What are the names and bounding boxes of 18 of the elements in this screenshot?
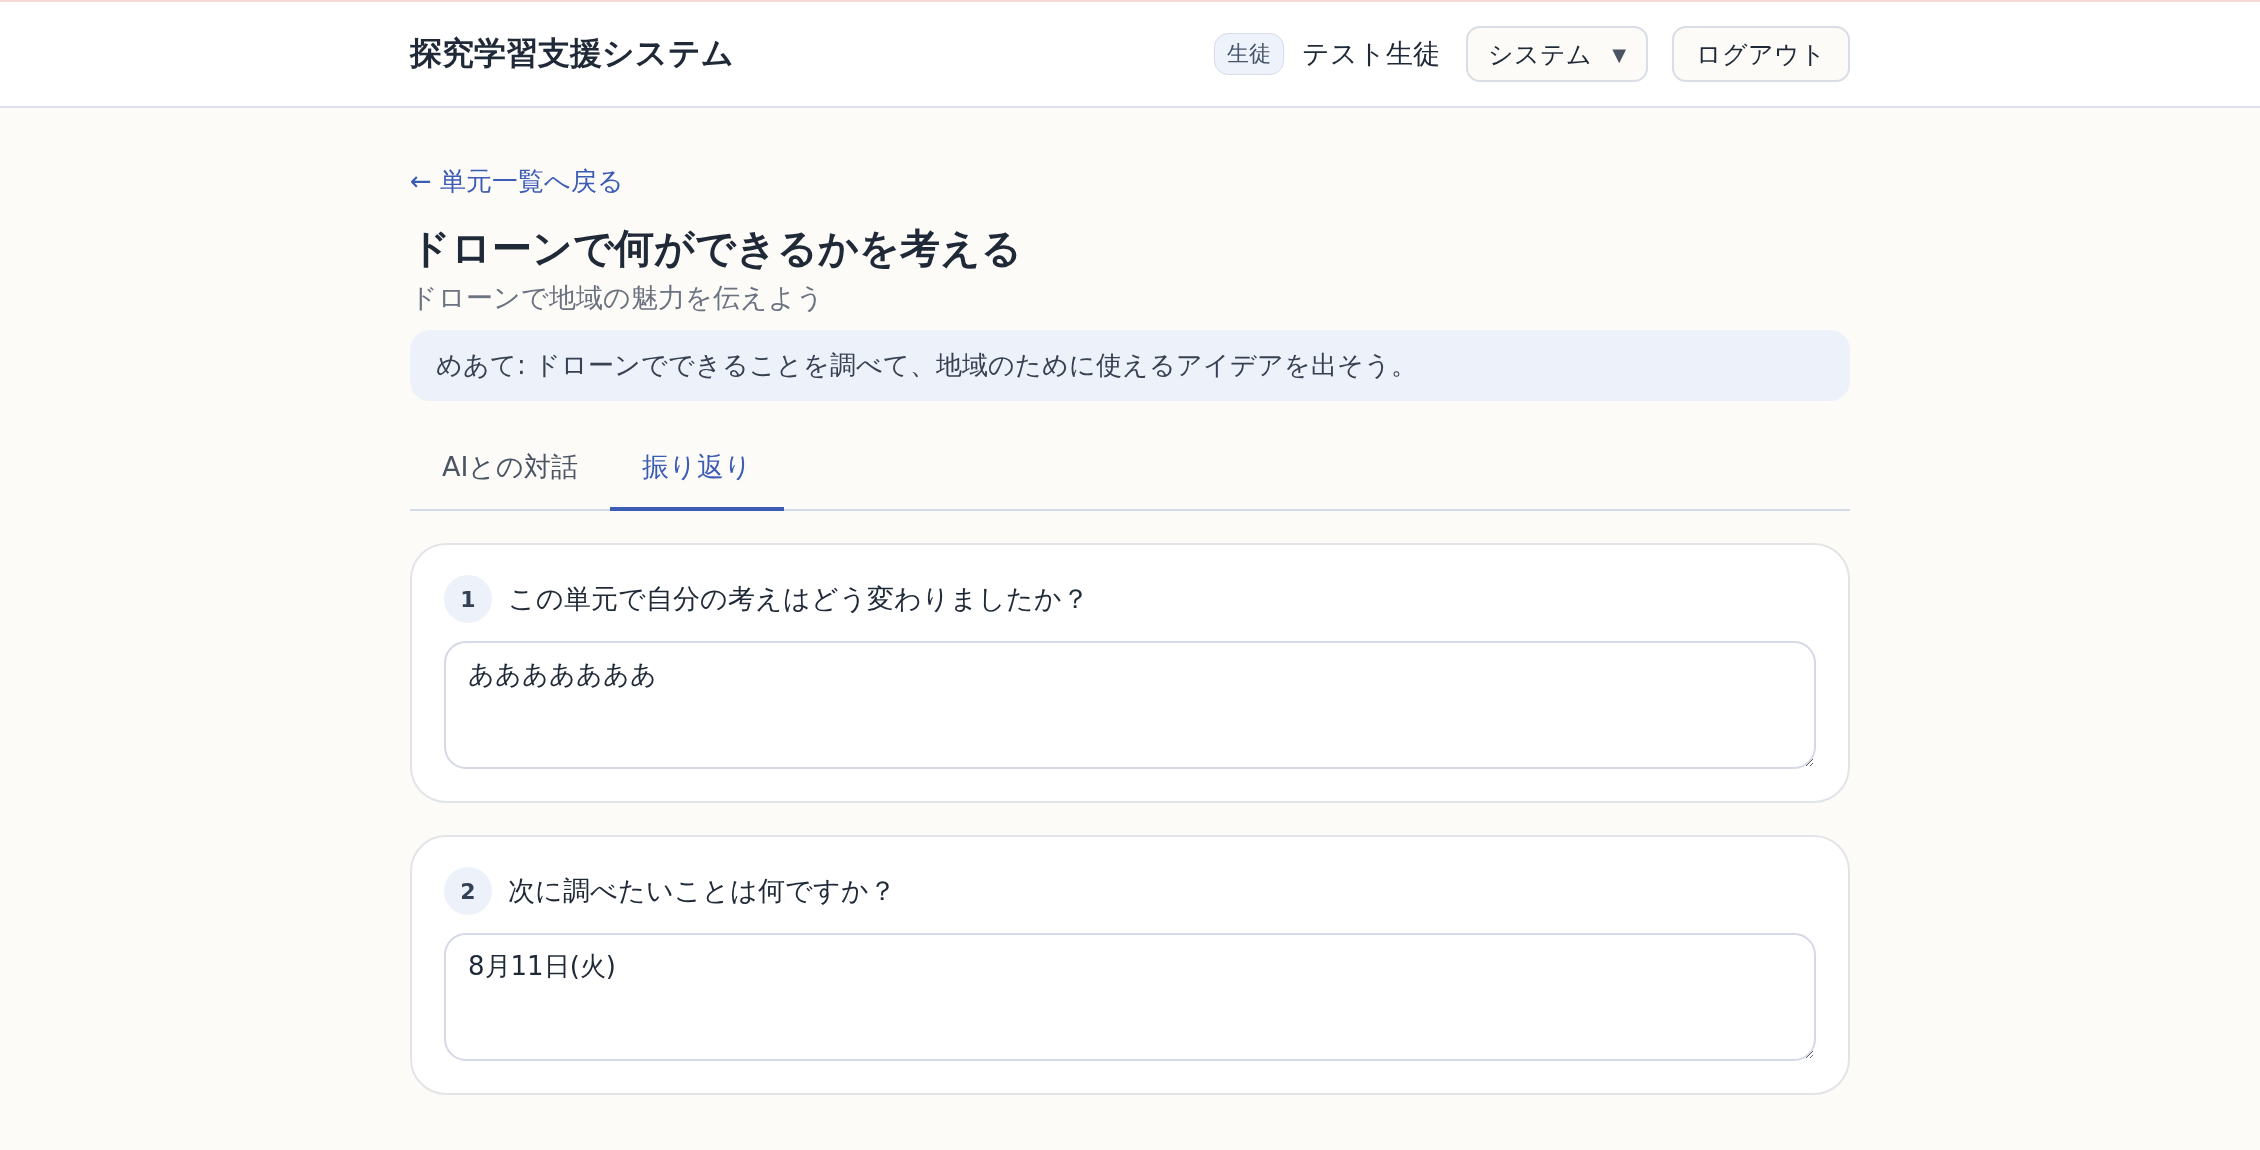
page-title: ドローンで何ができるかを考える [410,224,1023,273]
answer-field[interactable]: 8月11日(火) [444,933,1816,1061]
question-text: この単元で自分の考えはどう変わりましたか？ [508,582,1089,616]
app-title: 探究学習支援システム [410,33,734,74]
logout-button[interactable]: ログアウト [1672,26,1850,82]
goal-banner: めあて: ドローンでできることを調べて、地域のために使えるアイデアを出そう。 [410,330,1850,401]
question-number: 2 [444,867,492,915]
tab[interactable]: AIとの対話 [410,437,611,511]
answer-field[interactable]: あああああああ [444,641,1816,769]
back-link[interactable]: ← 単元一覧へ戻る [410,164,625,199]
question-number: 1 [444,575,492,623]
tab[interactable]: 振り返り [610,437,785,511]
question-text: 次に調べたいことは何ですか？ [508,874,896,908]
role-badge: 生徒 [1214,33,1284,75]
unit-subtitle: ドローンで地域の魅力を伝えよう [410,281,825,315]
mode-select[interactable]: システム ▼ [1466,26,1648,82]
caret-icon: ▼ [1612,43,1626,65]
user-name: テスト生徒 [1302,37,1440,71]
